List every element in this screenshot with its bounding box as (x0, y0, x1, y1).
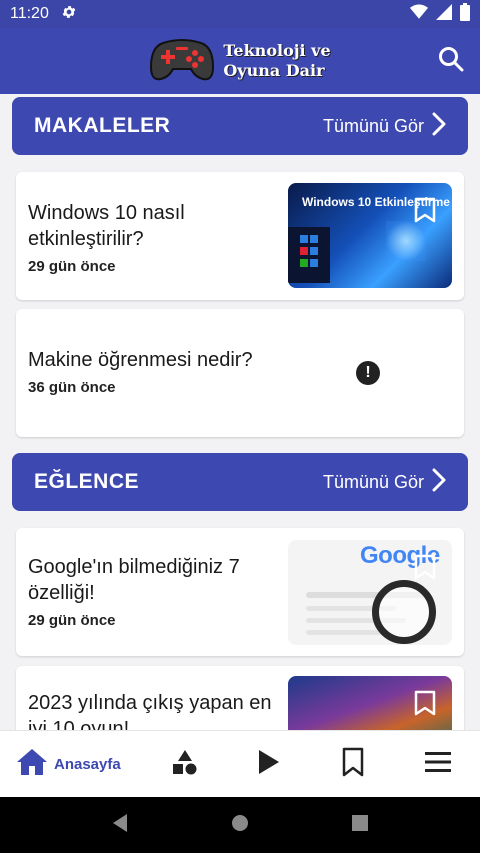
card-time: 29 gün önce (28, 258, 116, 275)
card-time: 29 gün önce (28, 612, 116, 629)
card-title: Google'ın bilmediğiniz 7 özelliği! (28, 556, 240, 604)
section-header-makaleler: MAKALELER Tümünü Gör (12, 97, 468, 155)
app-title-line2: Oyuna Dair (223, 61, 325, 80)
card-text: Windows 10 nasıl etkinleştirilir? 29 gün… (28, 200, 278, 275)
app-title-line1: Teknoloji ve (223, 41, 331, 60)
article-card-google[interactable]: Google'ın bilmediğiniz 7 özelliği! 29 gü… (16, 528, 464, 656)
bookmark-icon[interactable] (414, 554, 436, 585)
thumbnail-magnifier (372, 580, 436, 644)
app-title: Teknoloji ve Oyuna Dair (223, 41, 330, 81)
chevron-right-icon (432, 468, 446, 497)
nav-home[interactable]: Anasayfa (0, 731, 143, 797)
content-scroll[interactable]: MAKALELER Tümünü Gör Windows 10 nasıl et… (0, 94, 480, 730)
search-icon (438, 46, 464, 77)
see-all-label: Tümünü Gör (322, 115, 424, 136)
settings-icon (61, 4, 77, 25)
card-text: 2023 yılında çıkış yapan en iyi 10 oyun! (28, 690, 278, 730)
article-card-games[interactable]: 2023 yılında çıkış yapan en iyi 10 oyun! (16, 666, 464, 730)
article-card-ml[interactable]: Makine öğrenmesi nedir? 36 gün önce ! (16, 309, 464, 437)
article-card-windows[interactable]: Windows 10 nasıl etkinleştirilir? 29 gün… (16, 172, 464, 300)
battery-icon (460, 2, 470, 26)
nav-menu[interactable] (396, 731, 480, 797)
nav-videos[interactable] (227, 731, 311, 797)
image-error-icon: ! (356, 361, 380, 385)
section-title: MAKALELER (34, 114, 171, 137)
see-all-button[interactable]: Tümünü Gör (323, 468, 446, 497)
thumbnail-start-menu (288, 227, 330, 283)
bottom-navigation: Anasayfa (0, 730, 480, 797)
bookmark-icon (342, 747, 364, 782)
card-text: Makine öğrenmesi nedir? 36 gün önce (28, 347, 278, 396)
app-logo[interactable]: Teknoloji ve Oyuna Dair (149, 35, 331, 88)
nav-bookmarks[interactable] (311, 731, 395, 797)
section-header-eglence: EĞLENCE Tümünü Gör (12, 453, 468, 511)
card-time: 36 gün önce (28, 379, 116, 396)
see-all-button[interactable]: Tümünü Gör (323, 112, 446, 141)
wifi-icon (410, 4, 428, 25)
card-thumbnail: Windows 10 Etkinleştirme (288, 183, 452, 288)
recents-icon[interactable] (351, 814, 369, 837)
card-thumbnail (288, 676, 452, 730)
chevron-right-icon (432, 112, 446, 141)
section-title: EĞLENCE (34, 470, 140, 493)
bookmark-icon[interactable] (414, 690, 436, 721)
bookmark-icon[interactable] (414, 197, 436, 228)
nav-home-label: Anasayfa (54, 755, 121, 773)
app-bar: Teknoloji ve Oyuna Dair (0, 28, 480, 94)
search-button[interactable] (436, 46, 466, 76)
signal-icon (436, 3, 452, 25)
play-icon (257, 749, 281, 780)
card-thumbnail: Google (288, 540, 452, 645)
system-navigation-bar (0, 797, 480, 853)
card-text: Google'ın bilmediğiniz 7 özelliği! 29 gü… (28, 554, 278, 629)
card-title: Windows 10 nasıl etkinleştirilir? (28, 202, 185, 250)
card-title: 2023 yılında çıkış yapan en iyi 10 oyun! (28, 692, 272, 730)
back-icon[interactable] (111, 813, 129, 838)
status-bar: 11:20 (0, 0, 480, 28)
see-all-label: Tümünü Gör (322, 471, 424, 492)
status-time: 11:20 (10, 5, 49, 22)
menu-icon (424, 751, 451, 778)
home-icon (16, 747, 48, 782)
card-title: Makine öğrenmesi nedir? (28, 349, 253, 371)
home-circle-icon[interactable] (231, 814, 249, 837)
nav-categories[interactable] (143, 731, 227, 797)
shapes-icon (172, 749, 198, 780)
gamepad-icon (149, 35, 215, 88)
